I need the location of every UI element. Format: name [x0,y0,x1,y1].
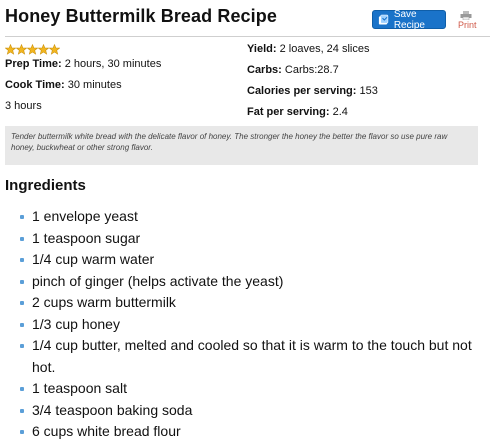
calories: Calories per serving: 153 [247,85,378,97]
yield: Yield: 2 loaves, 24 slices [247,43,370,55]
square-bullet-icon [20,301,24,305]
cook-time: Cook Time: 30 minutes [5,79,122,91]
square-bullet-icon [20,430,24,434]
ingredients-heading: Ingredients [5,177,86,194]
recipe-description: Tender buttermilk white bread with the d… [5,126,478,165]
nutrition-info: Yield: 2 loaves, 24 slices Carbs: Carbs:… [247,39,378,123]
list-item: 1/4 cup butter, melted and cooled so tha… [20,335,490,378]
fat: Fat per serving: 2.4 [247,106,348,118]
print-label: Print [458,20,477,30]
total-time: 3 hours [5,100,42,112]
title-divider [5,36,490,37]
square-bullet-icon [20,236,24,241]
printer-icon [460,11,472,20]
prep-time: Prep Time: 2 hours, 30 minutes [5,58,162,70]
ingredient-list: 1 envelope yeast 1 teaspoon sugar 1/4 cu… [20,206,490,443]
square-bullet-icon [20,344,24,348]
list-item: 1/4 cup warm water [20,249,490,271]
list-item: 2 cups warm buttermilk [20,292,490,314]
square-bullet-icon [20,279,24,284]
save-recipe-button[interactable]: Save Recipe [372,8,446,31]
list-item: 1 envelope yeast [20,206,490,228]
print-link[interactable]: Print [458,11,477,30]
recipe-card-icon [378,14,389,25]
save-recipe-label: Save Recipe [393,8,425,31]
list-item: 1/3 cup honey [20,314,490,336]
list-item: 6 cups white bread flour [20,421,490,443]
list-item: pinch of ginger (helps activate the yeas… [20,271,490,293]
square-bullet-icon [20,215,24,219]
list-item: 1 teaspoon salt [20,378,490,400]
list-item: 1 teaspoon sugar [20,228,490,250]
square-bullet-icon [20,322,24,327]
carbs: Carbs: Carbs:28.7 [247,64,339,76]
square-bullet-icon [20,408,24,413]
square-bullet-icon [20,258,24,262]
list-item: 3/4 teaspoon baking soda [20,400,490,422]
time-info: Prep Time: 2 hours, 30 minutes Cook Time… [5,54,161,117]
recipe-title: Honey Buttermilk Bread Recipe [5,6,277,26]
square-bullet-icon [20,387,24,391]
